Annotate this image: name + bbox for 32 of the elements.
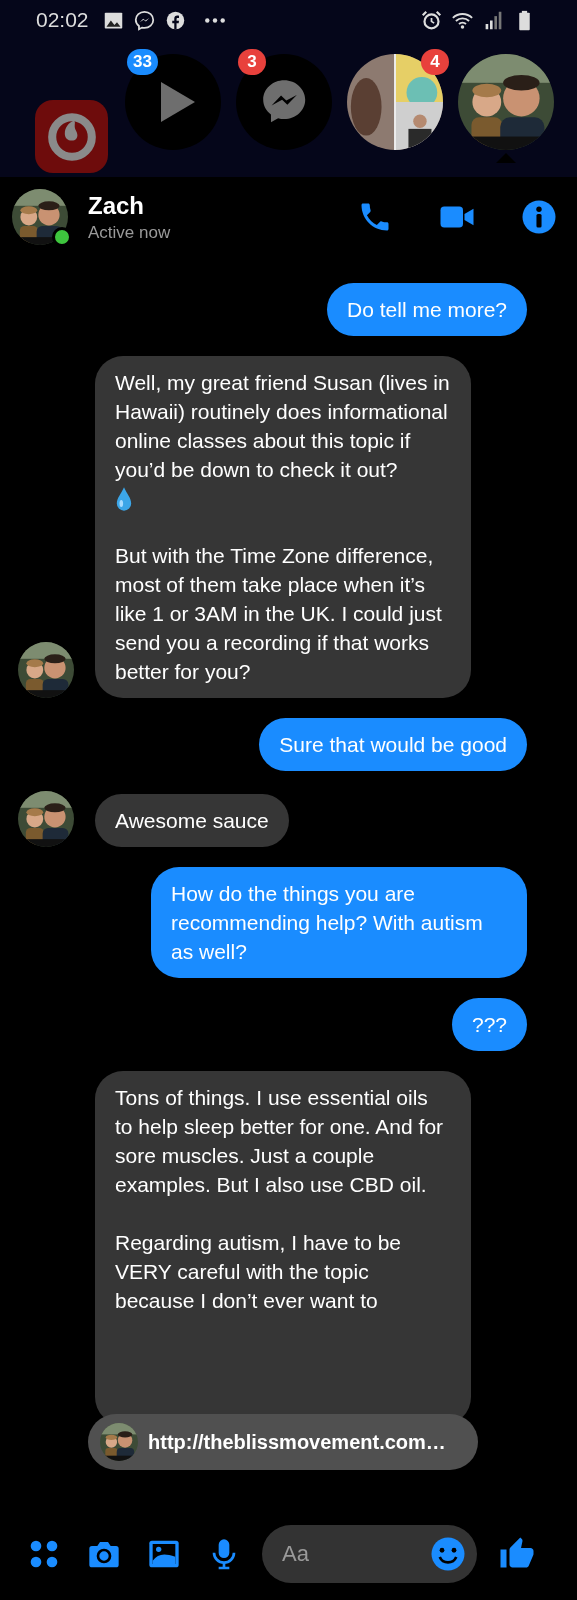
message-input[interactable]: Aa [262, 1525, 477, 1583]
alarm-icon [421, 9, 442, 31]
unread-badge: 33 [127, 49, 158, 75]
message-text: How do the things you are recommending help? With autism as well? [171, 881, 484, 965]
pointer-icon [496, 153, 516, 163]
message-text: Do tell me more? [347, 297, 507, 323]
chat-bubble-icon [133, 9, 155, 31]
message-text: But with the Time Zone difference, most of them take place when it’s like 1 or 3AM in the UK. I could just send you a recording if that works better for you? [115, 543, 443, 685]
unread-badge: 3 [238, 49, 266, 75]
unread-badge: 4 [421, 49, 449, 75]
message-text: Sure that would be good [279, 732, 507, 758]
image-icon[interactable] [148, 1538, 180, 1570]
grid-icon[interactable] [28, 1538, 60, 1570]
signal-icon [483, 9, 504, 31]
droplet-icon [115, 486, 133, 512]
more-icon [203, 16, 226, 24]
social-app-icon [164, 9, 186, 31]
clock-time: 02:02 [36, 8, 89, 32]
message-text: Awesome sauce [115, 808, 269, 834]
message-text: ??? [471, 1012, 507, 1038]
message-text: Regarding autism, I have to be VERY careful with the topic because I don’t ever want to [115, 1230, 402, 1314]
message-text: Tons of things. I use essential oils to help sleep better for one. And for sore muscles. Just a couple examples. But I also use CBD oil. [115, 1085, 445, 1198]
info-icon[interactable] [521, 199, 557, 235]
active-status: Active now [88, 222, 171, 243]
app-icon[interactable] [35, 100, 108, 173]
contact-name: Zach [88, 191, 145, 220]
emoji-icon[interactable] [430, 1536, 466, 1572]
message-text: Well, my great friend Susan (lives in Hawaii) routinely does informational online classes about this topic if you’d be down to check it out? [115, 370, 451, 483]
play-chat-head[interactable] [125, 54, 221, 150]
messenger-chat-head[interactable] [236, 54, 332, 150]
link-url[interactable]: http://theblissmovement.com… [148, 1430, 446, 1454]
link-preview[interactable]: http://theblissmovement.com… [88, 1414, 478, 1470]
